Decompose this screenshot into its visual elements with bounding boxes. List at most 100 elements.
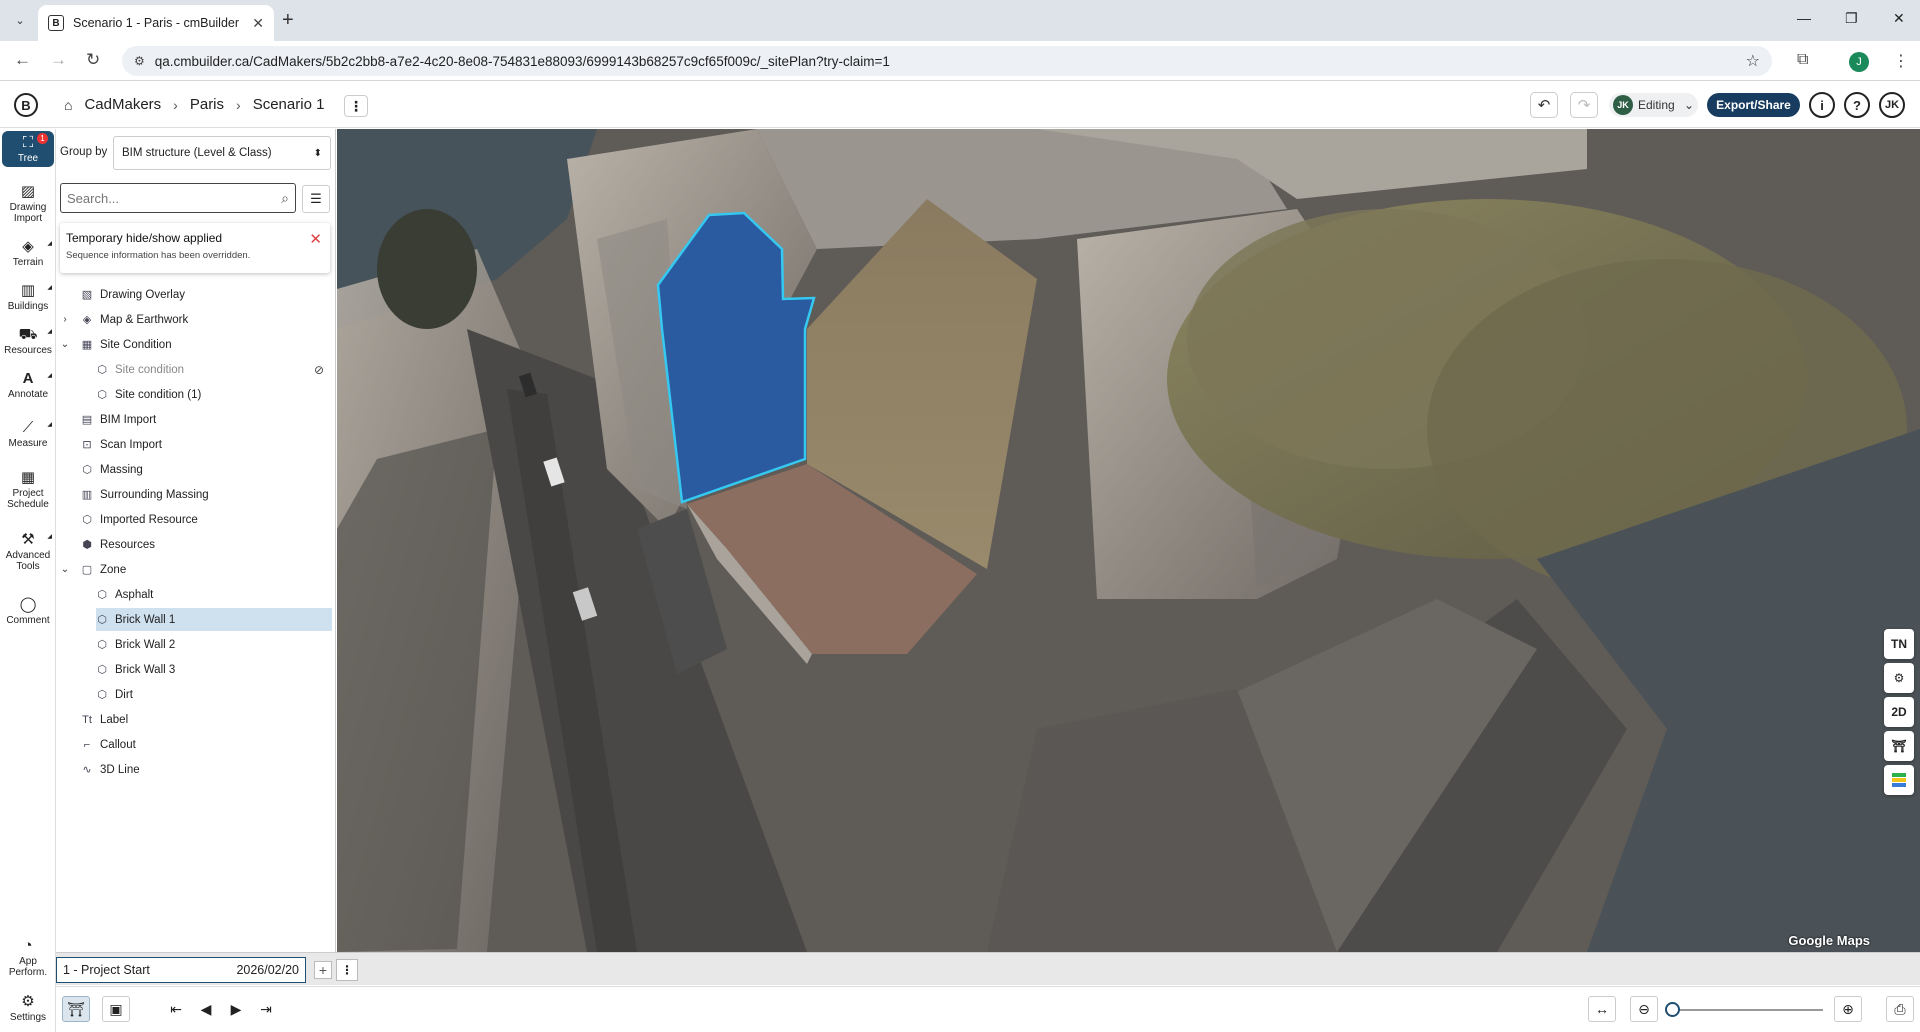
buildings-icon: ▥	[20, 282, 36, 299]
step-back-icon[interactable]: ◀	[192, 996, 220, 1022]
crane-view-button[interactable]: ⛩	[62, 996, 90, 1022]
rail-comment[interactable]: ◯ Comment	[2, 597, 54, 627]
tree-row[interactable]: ⬢ Resources	[56, 532, 336, 557]
tree-row[interactable]: ⬡ Site condition ⊘	[56, 357, 336, 382]
new-tab-icon[interactable]: +	[282, 9, 294, 32]
tree-row[interactable]: ⬡ Site condition (1)	[56, 382, 336, 407]
tab-search-icon[interactable]: ⌄	[8, 8, 32, 32]
tree-search[interactable]: ⌕	[60, 183, 296, 213]
tree-row[interactable]: ∿ 3D Line	[56, 757, 336, 782]
play-icon[interactable]: ▶	[222, 996, 250, 1022]
rail-resources[interactable]: ◢ ⛟ Resources	[2, 327, 54, 357]
clear-override-icon[interactable]: ✕	[309, 230, 322, 248]
tree-row[interactable]: ⬡ Asphalt	[56, 582, 336, 607]
browser-tab[interactable]: B Scenario 1 - Paris - cmBuilder ✕	[38, 5, 274, 41]
timeline-zoom-handle[interactable]	[1665, 1002, 1680, 1017]
tree-row[interactable]: ⬡ Massing	[56, 457, 336, 482]
reload-icon[interactable]: ↻	[86, 50, 100, 70]
skip-to-end-icon[interactable]: ⇥	[252, 996, 280, 1022]
tree-row[interactable]: ⬡ Brick Wall 3	[56, 657, 336, 682]
export-timeline-icon[interactable]: ⎙	[1886, 996, 1914, 1022]
timeline-bar: ⛩ ▣ ⇤ ◀ ▶ ⇥ ↔ ⊖ ⊕ ⎙	[56, 986, 1920, 1032]
tree-row[interactable]: ⬡ Brick Wall 1	[56, 607, 336, 632]
url-text[interactable]: qa.cmbuilder.ca/CadMakers/5b2c2bb8-a7e2-…	[155, 54, 1736, 69]
cmbuilder-logo[interactable]: B	[14, 93, 38, 117]
tree-row[interactable]: ⌄ ▦ Site Condition	[56, 332, 336, 357]
tree-row[interactable]: ⬡ Imported Resource	[56, 507, 336, 532]
tree-row[interactable]: ⌐ Callout	[56, 732, 336, 757]
back-icon[interactable]: ←	[14, 50, 31, 70]
site-info-icon[interactable]: ⚙	[134, 54, 145, 68]
rail-annotate[interactable]: ◢ A Annotate	[2, 371, 54, 401]
user-avatar[interactable]: JK	[1879, 92, 1905, 118]
visibility-hidden-icon[interactable]: ⊘	[314, 363, 324, 377]
extensions-icon[interactable]: ⧉	[1797, 51, 1808, 69]
breadcrumb-company[interactable]: CadMakers	[84, 96, 161, 113]
rail-app-performance[interactable]: ◔ App Perform.	[2, 938, 54, 979]
url-field[interactable]: ⚙ qa.cmbuilder.ca/CadMakers/5b2c2bb8-a7e…	[122, 46, 1772, 76]
tree-row[interactable]: ⬡ Dirt	[56, 682, 336, 707]
skip-to-start-icon[interactable]: ⇤	[162, 996, 190, 1022]
rail-drawing-import[interactable]: ▨ Drawing Import	[2, 184, 54, 225]
rail-settings[interactable]: ⚙ Settings	[2, 994, 54, 1024]
breadcrumb-scenario[interactable]: Scenario 1	[253, 96, 325, 113]
tree-item-icon: ⬡	[82, 463, 92, 476]
view-2d-button[interactable]: 2D	[1884, 697, 1914, 727]
zoom-out-icon[interactable]: ⊖	[1630, 996, 1658, 1022]
rail-tree[interactable]: ⛶ Tree 1	[2, 131, 54, 167]
fit-width-icon[interactable]: ↔	[1588, 996, 1616, 1022]
browser-menu-icon[interactable]: ⋮	[1893, 51, 1909, 71]
tree-row[interactable]: ⬡ Brick Wall 2	[56, 632, 336, 657]
rail-project-schedule[interactable]: ▦ Project Schedule	[2, 470, 54, 511]
editing-mode-dropdown[interactable]: JK Editing ⌄	[1609, 93, 1698, 117]
tree-row[interactable]: ▥ Surrounding Massing	[56, 482, 336, 507]
tree-row[interactable]: Tt Label	[56, 707, 336, 732]
collapse-icon[interactable]: ⌄	[59, 564, 71, 575]
rail-label: Project Schedule	[7, 488, 49, 510]
add-scenario-button[interactable]: +	[314, 961, 332, 979]
filter-list-button[interactable]: ☰	[302, 185, 330, 213]
tree-item-icon: ⬡	[97, 663, 107, 676]
export-share-button[interactable]: Export/Share	[1707, 93, 1800, 117]
group-by-select[interactable]: BIM structure (Level & Class) ⬍	[113, 136, 331, 170]
scenario-options-button[interactable]: ⋮	[336, 959, 358, 981]
redo-button[interactable]: ↷	[1570, 92, 1598, 118]
3d-viewport[interactable]: TN ⚙ 2D ⛩ Google Maps	[337, 129, 1920, 952]
scenario-selector[interactable]: 1 - Project Start 2026/02/20	[56, 957, 306, 983]
minimize-icon[interactable]: —	[1797, 10, 1811, 26]
north-icon[interactable]: TN	[1884, 629, 1914, 659]
expand-icon[interactable]: ›	[59, 314, 71, 325]
bookmark-star-icon[interactable]: ☆	[1746, 51, 1760, 71]
tree-row[interactable]: › ◈ Map & Earthwork	[56, 307, 336, 332]
tree-row[interactable]: ▧ Drawing Overlay	[56, 282, 336, 307]
home-icon[interactable]: ⌂	[64, 97, 72, 113]
rail-terrain[interactable]: ◢ ◈ Terrain	[2, 239, 54, 269]
rail-buildings[interactable]: ◢ ▥ Buildings	[2, 282, 54, 313]
search-icon[interactable]: ⌕	[281, 190, 289, 207]
scenario-menu-button[interactable]: ⋮	[344, 95, 368, 117]
rail-advanced-tools[interactable]: ◢ ⚒ Advanced Tools	[2, 532, 54, 573]
restore-icon[interactable]: ❐	[1845, 10, 1858, 27]
map-scene[interactable]	[337, 129, 1920, 952]
undo-button[interactable]: ↶	[1530, 92, 1558, 118]
tree-row[interactable]: ⊡ Scan Import	[56, 432, 336, 457]
breadcrumb-project[interactable]: Paris	[190, 96, 224, 113]
window-close-icon[interactable]: ✕	[1893, 10, 1905, 27]
forward-icon[interactable]: →	[50, 50, 67, 70]
layers-icon[interactable]: ⚙	[1884, 663, 1914, 693]
close-tab-icon[interactable]: ✕	[252, 15, 264, 32]
profile-avatar[interactable]: J	[1849, 52, 1869, 72]
search-input[interactable]	[67, 190, 282, 206]
tree-row[interactable]: ⌄ ▢ Zone	[56, 557, 336, 582]
rail-measure[interactable]: ◢ ⟋ Measure	[2, 420, 54, 450]
collapse-icon[interactable]: ⌄	[59, 339, 71, 350]
tree-item-label: Label	[100, 713, 129, 726]
zoom-in-icon[interactable]: ⊕	[1834, 996, 1862, 1022]
timeline-zoom-slider[interactable]	[1671, 1009, 1823, 1011]
info-button[interactable]: i	[1809, 92, 1835, 118]
help-button[interactable]: ?	[1844, 92, 1870, 118]
presentation-button[interactable]: ▣	[102, 996, 130, 1022]
color-legend-icon[interactable]	[1884, 765, 1914, 795]
tree-row[interactable]: ▤ BIM Import	[56, 407, 336, 432]
crane-icon[interactable]: ⛩	[1884, 731, 1914, 761]
